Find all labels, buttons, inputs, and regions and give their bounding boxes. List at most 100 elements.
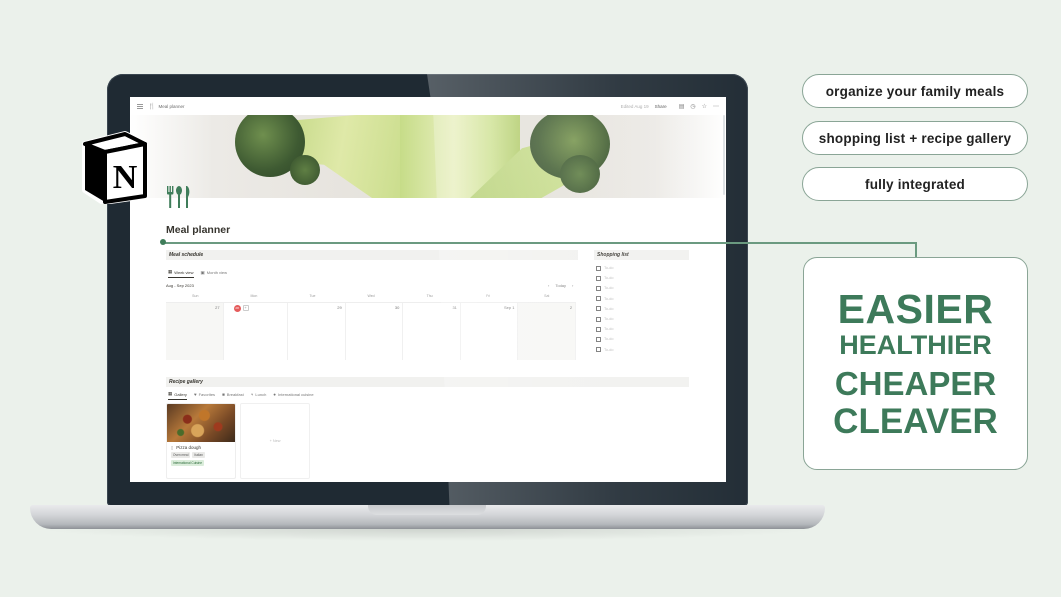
tab-label: Lunch [255, 392, 267, 397]
checkbox[interactable] [596, 275, 601, 281]
tag: Italian [192, 452, 205, 458]
table-icon: ▦ [168, 269, 173, 274]
weekday-label: Sat [544, 294, 550, 298]
tab-lunch[interactable]: ⑂ Lunch [251, 391, 267, 400]
fork-spoon-knife-icon [167, 186, 190, 208]
breakfast-icon: ■ [222, 392, 225, 397]
feature-pill: shopping list + recipe gallery [802, 121, 1028, 155]
tab-week-view[interactable]: ▦ Week view [168, 269, 194, 278]
headline-line: HEALTHIER [839, 329, 992, 360]
todo-label: To-do [604, 337, 614, 342]
todo-item[interactable]: To-do [596, 304, 692, 314]
clock-icon[interactable]: ◷ [690, 103, 695, 110]
todo-label: To-do [604, 347, 614, 352]
todo-item[interactable]: To-do [596, 345, 692, 355]
checkbox[interactable] [596, 326, 601, 332]
checkbox[interactable] [596, 265, 601, 271]
shopping-list: To-do To-do To-do To-do To-do To-do To-d… [596, 263, 692, 355]
tab-gallery[interactable]: ▦ Gallery [168, 391, 187, 400]
more-icon[interactable]: ⋯ [713, 103, 719, 110]
add-entry-button[interactable]: + [242, 305, 249, 311]
headline-line: CLEAVER [833, 401, 998, 441]
breadcrumb[interactable]: Meal planner [158, 104, 184, 109]
todo-label: To-do [604, 276, 614, 281]
weekday-label: Thu [426, 294, 433, 298]
tab-label: Gallery [174, 391, 187, 397]
checkbox[interactable] [596, 306, 601, 312]
laptop-notch [368, 505, 486, 515]
connector-line [163, 242, 916, 244]
todo-item[interactable]: To-do [596, 263, 692, 273]
next-week-icon[interactable]: › [572, 283, 573, 288]
new-recipe-button[interactable]: + New [240, 403, 310, 479]
tab-favorites[interactable]: ♥ Favorites [194, 391, 215, 400]
utensils-icon: 🍴 [148, 103, 156, 110]
checkbox[interactable] [596, 336, 601, 342]
edited-timestamp: Edited Aug 19 [620, 103, 649, 109]
recipe-tags: Oven meal Italian International Cuisine [167, 452, 235, 466]
laptop-lid: 🍴 Meal planner Edited Aug 19 Share ▤ ◷ ☆… [107, 74, 748, 506]
shopping-list-heading: Shopping list [594, 250, 689, 260]
calendar-day[interactable]: 27 [166, 303, 224, 360]
broccoli-floret [560, 155, 600, 193]
tab-international-cuisine[interactable]: ● International cuisine [273, 391, 313, 400]
gallery-icon: ▦ [168, 391, 173, 396]
todo-item[interactable]: To-do [596, 273, 692, 283]
feature-pill: organize your family meals [802, 74, 1028, 108]
meal-schedule-tabs: ▦ Week view ▣ Month view [168, 269, 234, 278]
today-button[interactable]: Today [555, 283, 566, 288]
calendar-day[interactable]: 29 [288, 303, 346, 360]
recipe-title: ▯ Pizza dough [167, 442, 235, 452]
heart-icon: ♥ [193, 392, 197, 397]
todo-label: To-do [604, 266, 614, 271]
day-number: 31 [452, 305, 457, 310]
headline-line: CHEAPER [834, 364, 997, 402]
tab-label: Month view [206, 270, 228, 275]
weekday-label: Wed [367, 294, 375, 298]
todo-label: To-do [604, 317, 614, 322]
checkbox[interactable] [596, 296, 601, 302]
weekday-label: Tue [309, 294, 316, 298]
recipe-image [167, 404, 235, 442]
checkbox[interactable] [596, 347, 601, 353]
recipe-card[interactable]: ▯ Pizza dough Oven meal Italian Internat… [166, 403, 236, 479]
recipe-name: Pizza dough [176, 445, 201, 450]
tab-label: Week view [174, 269, 194, 275]
tag: Oven meal [171, 452, 191, 458]
weekday-label: Sun [192, 294, 199, 298]
todo-item[interactable]: To-do [596, 324, 692, 334]
comment-icon[interactable]: ▤ [679, 103, 685, 110]
tab-month-view[interactable]: ▣ Month view [201, 269, 228, 278]
laptop-shadow [35, 529, 820, 541]
day-number: 30 [394, 305, 400, 310]
todo-item[interactable]: To-do [596, 294, 692, 304]
calendar-day[interactable]: 31 [403, 303, 461, 360]
share-button[interactable]: Share [655, 104, 667, 109]
tab-breakfast[interactable]: ■ Breakfast [222, 391, 244, 400]
top-bar: 🍴 Meal planner Edited Aug 19 Share ▤ ◷ ☆… [130, 97, 726, 115]
todo-label: To-do [604, 327, 614, 332]
calendar-day[interactable]: 30 [346, 303, 404, 360]
calendar-day[interactable]: Sep 1 [461, 303, 519, 360]
scrollbar[interactable] [723, 115, 725, 195]
calendar-day-today[interactable]: 28 + [224, 303, 289, 360]
connector-line [915, 242, 917, 258]
checkbox[interactable] [596, 316, 601, 322]
page-title: Meal planner [166, 224, 231, 236]
todo-item[interactable]: To-do [596, 314, 692, 324]
recipe-gallery: ▯ Pizza dough Oven meal Italian Internat… [166, 403, 310, 479]
sidebar-menu-icon[interactable] [137, 103, 143, 109]
prev-week-icon[interactable]: ‹ [548, 283, 549, 288]
notion-logo: N [81, 130, 149, 205]
checkbox[interactable] [596, 285, 601, 291]
todo-item[interactable]: To-do [596, 283, 692, 293]
calendar-day[interactable]: 2 [518, 303, 577, 360]
connector-dot [160, 239, 166, 245]
cover-image [130, 115, 726, 198]
utensils-page-icon [166, 184, 192, 215]
day-number: 28 [233, 305, 241, 312]
star-icon[interactable]: ☆ [702, 103, 707, 110]
todo-item[interactable]: To-do [596, 334, 692, 344]
week-grid: 27 28 + 29 30 31 Sep 1 2 [166, 302, 577, 360]
meal-schedule-heading: Meal schedule [166, 250, 578, 260]
